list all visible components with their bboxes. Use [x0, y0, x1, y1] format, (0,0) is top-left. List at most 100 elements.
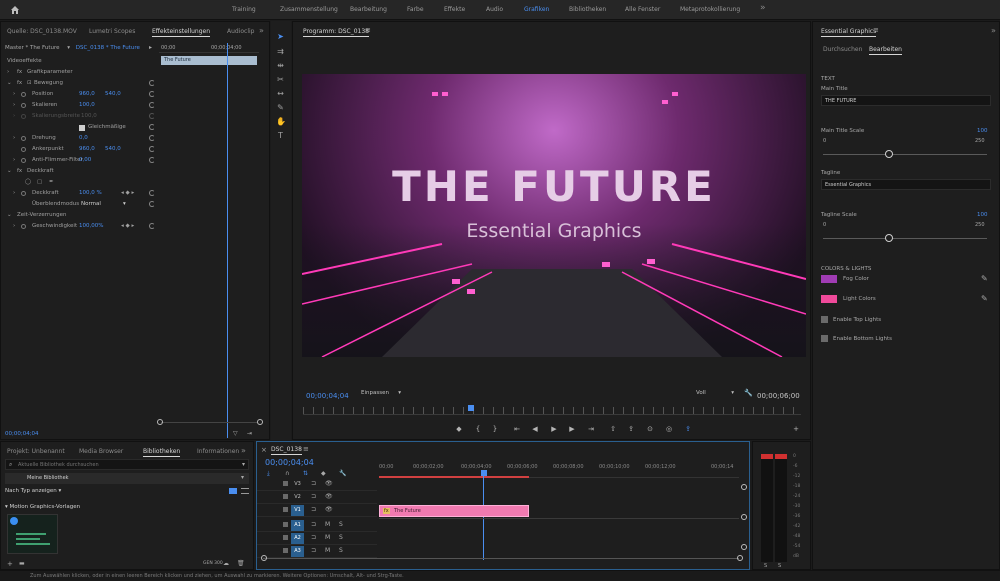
add-marker-icon[interactable]: ◆	[454, 425, 464, 433]
stopwatch-icon[interactable]	[21, 158, 26, 163]
expand-icon[interactable]: ▸	[149, 44, 152, 51]
fit-select[interactable]: Einpassen ▾	[361, 390, 403, 400]
mark-out-icon[interactable]: }	[490, 425, 500, 433]
workspace-tab-1[interactable]: Zusammenstellung	[280, 6, 338, 13]
scroll-handle[interactable]	[741, 484, 747, 490]
play-icon[interactable]: ▶	[549, 425, 559, 433]
workspace-tab-4[interactable]: Effekte	[444, 6, 465, 13]
zoom-handle-left[interactable]	[157, 419, 163, 425]
sync-lock-icon[interactable]: ⊐	[311, 547, 316, 554]
position-x-value[interactable]: 960,0	[79, 91, 95, 97]
reset-icon[interactable]	[149, 80, 155, 86]
vr-icon[interactable]: ◎	[664, 425, 674, 433]
list-view-icon[interactable]	[241, 488, 249, 494]
library-search[interactable]: ⌕ ▾	[5, 459, 249, 470]
reset-icon[interactable]	[149, 190, 155, 196]
folder-icon[interactable]: ▬	[19, 560, 25, 567]
pen-tool-icon[interactable]: ✎	[276, 103, 285, 112]
wrench-icon[interactable]: 🔧	[339, 470, 346, 477]
tab-audio-clip[interactable]: Audioclip	[227, 28, 255, 35]
time-remap-label[interactable]: Zeit-Verzerrungen	[17, 212, 67, 218]
linked-select-icon[interactable]: ⇅	[303, 470, 308, 477]
lock-icon[interactable]	[283, 522, 288, 527]
export-icon[interactable]: ⇪	[683, 425, 693, 433]
eyedropper-icon[interactable]: ✎	[981, 274, 988, 283]
essential-graphics-title[interactable]: Essential Graphics	[821, 28, 877, 37]
filter-icon[interactable]: ▽	[233, 430, 238, 437]
reset-icon[interactable]	[149, 157, 155, 163]
program-timecode[interactable]: 00;00;04;04	[306, 392, 349, 400]
top-lights-checkbox[interactable]	[821, 316, 828, 323]
tab-browse[interactable]: Durchsuchen	[823, 46, 862, 53]
tab-source[interactable]: Quelle: DSC_0138.MOV	[7, 28, 77, 35]
solo-icon[interactable]: S	[339, 521, 343, 528]
tab-edit[interactable]: Bearbeiten	[869, 46, 902, 55]
template-thumbnail[interactable]	[7, 514, 58, 554]
zoom-handle-left[interactable]	[261, 555, 267, 561]
scroll-handle[interactable]	[741, 544, 747, 550]
stopwatch-icon[interactable]	[21, 191, 26, 196]
keyframe-nav-icon[interactable]: ◂ ◆ ▸	[121, 223, 134, 229]
track-target[interactable]: V2	[291, 492, 304, 503]
tab-info[interactable]: Informationen	[197, 448, 239, 455]
sync-lock-icon[interactable]: ⊐	[311, 493, 316, 500]
program-playhead[interactable]	[468, 405, 474, 411]
track-target[interactable]: A1	[291, 520, 304, 531]
cloud-icon[interactable]: ☁	[223, 560, 229, 567]
panel-overflow-icon[interactable]: »	[259, 26, 264, 35]
effect-timeline-ruler[interactable]: 00;00 00;00;04;00	[159, 43, 259, 53]
snap-icon[interactable]: ∩	[285, 470, 289, 477]
lock-icon[interactable]	[283, 481, 288, 486]
export-frame-icon[interactable]: ⇥	[247, 430, 252, 437]
stopwatch-icon[interactable]	[21, 136, 26, 141]
video-frame[interactable]: THE FUTURE Essential Graphics	[302, 74, 806, 357]
lock-icon[interactable]	[283, 507, 288, 512]
camera-icon[interactable]: ⊙	[645, 425, 655, 433]
workspace-tab-0[interactable]: Training	[232, 6, 256, 13]
eye-icon[interactable]: 👁	[325, 493, 333, 500]
tab-effect-controls[interactable]: Effekteinstellungen	[152, 28, 211, 37]
reset-icon[interactable]	[149, 124, 155, 130]
tab-lumetri-scopes[interactable]: Lumetri Scopes	[89, 28, 135, 35]
add-button-icon[interactable]: +	[791, 425, 801, 433]
timeline-playhead-head[interactable]	[481, 470, 487, 476]
workspace-tab-5[interactable]: Audio	[486, 6, 503, 13]
reset-icon[interactable]	[149, 91, 155, 97]
scroll-handle[interactable]	[741, 514, 747, 520]
workspace-tab-2[interactable]: Bearbeitung	[350, 6, 387, 13]
main-title-scale-slider[interactable]	[884, 150, 893, 158]
stopwatch-icon[interactable]	[21, 224, 26, 229]
sort-by-type[interactable]: Nach Typ anzeigen ▾	[5, 488, 61, 494]
bottom-lights-checkbox[interactable]	[821, 335, 828, 342]
reset-icon[interactable]	[149, 146, 155, 152]
reset-icon[interactable]	[149, 102, 155, 108]
ellipse-mask-icon[interactable]: ◯	[25, 179, 31, 185]
lock-icon[interactable]	[283, 548, 288, 553]
library-search-input[interactable]	[18, 461, 238, 469]
effect-timecode[interactable]: 00;00;04;04	[5, 431, 39, 437]
tagline-scale-value[interactable]: 100	[977, 212, 988, 218]
wrench-icon[interactable]: 🔧	[744, 389, 753, 397]
tab-libraries[interactable]: Bibliotheken	[143, 448, 181, 457]
anchor-y-value[interactable]: 540,0	[105, 146, 121, 152]
sync-lock-icon[interactable]: ⊐	[311, 480, 316, 487]
home-icon[interactable]	[10, 5, 20, 15]
program-scrubber[interactable]	[303, 407, 801, 415]
track-header[interactable]: A2 ⊐ M S	[257, 532, 377, 545]
solo-left-button[interactable]: S	[764, 563, 767, 569]
tab-media-browser[interactable]: Media Browser	[79, 448, 123, 455]
fog-color-swatch[interactable]	[821, 275, 837, 283]
workspace-tab-9[interactable]: Metaprotokollierung	[680, 6, 740, 13]
more-workspaces-icon[interactable]: »	[760, 3, 766, 13]
keyframe-nav-icon[interactable]: ◂ ◆ ▸	[121, 190, 134, 196]
stopwatch-icon[interactable]	[21, 147, 26, 152]
track-target[interactable]: A3	[291, 546, 304, 557]
reset-icon[interactable]	[149, 223, 155, 229]
marker-icon[interactable]: ◆	[321, 470, 326, 477]
main-title-scale-value[interactable]: 100	[977, 128, 988, 134]
track-target[interactable]: V3	[291, 479, 304, 490]
program-monitor-title[interactable]: Programm: DSC_0138	[303, 28, 369, 37]
eye-icon[interactable]: 👁	[325, 480, 333, 487]
panel-overflow-icon[interactable]: »	[991, 26, 996, 35]
motion-label[interactable]: Bewegung	[34, 80, 63, 86]
